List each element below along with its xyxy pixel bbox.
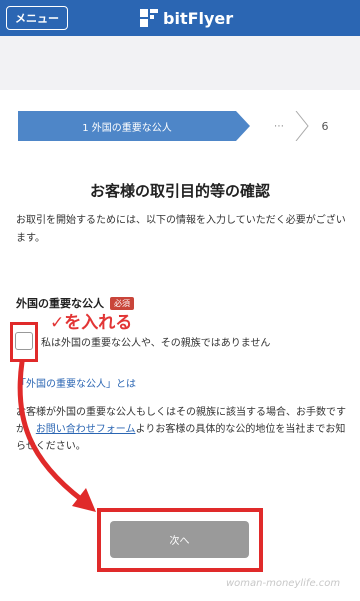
menu-button[interactable]: メニュー: [6, 6, 68, 30]
pep-checkbox-label[interactable]: 私は外国の重要な公人や、その親族ではありません: [41, 334, 270, 349]
page-title: お客様の取引目的等の確認: [89, 182, 270, 200]
intro-text: お取引を開始するためには、以下の情報を入力していただく必要がございます。: [16, 215, 346, 244]
chevron-right-icon: [295, 111, 309, 141]
header-spacer: [0, 36, 360, 90]
progress-steps: 1 外国の重要な公人 ⋯ 6: [18, 111, 340, 141]
watermark: woman-moneylife.com: [226, 578, 341, 589]
step-current-arrow: [236, 111, 250, 141]
contact-form-link[interactable]: お問い合わせフォーム: [36, 424, 136, 435]
step-last: 6: [321, 119, 329, 133]
brand-name: bitFlyer: [163, 8, 234, 28]
brand-logo[interactable]: bitFlyer: [140, 7, 233, 29]
next-button[interactable]: 次へ: [110, 521, 249, 558]
notice-text: お客様が外国の重要な公人もしくはその親族に該当する場合、お手数ですが、お問い合わ…: [16, 404, 346, 455]
pep-checkbox[interactable]: [15, 332, 33, 350]
bitflyer-logo-icon: [140, 9, 158, 27]
annotation-text: ✓を入れる: [50, 313, 133, 333]
step-current: 1 外国の重要な公人: [18, 111, 236, 141]
pep-info-link[interactable]: 「外国の重要な公人」とは: [16, 375, 136, 390]
app-header: メニュー bitFlyer: [0, 0, 360, 36]
